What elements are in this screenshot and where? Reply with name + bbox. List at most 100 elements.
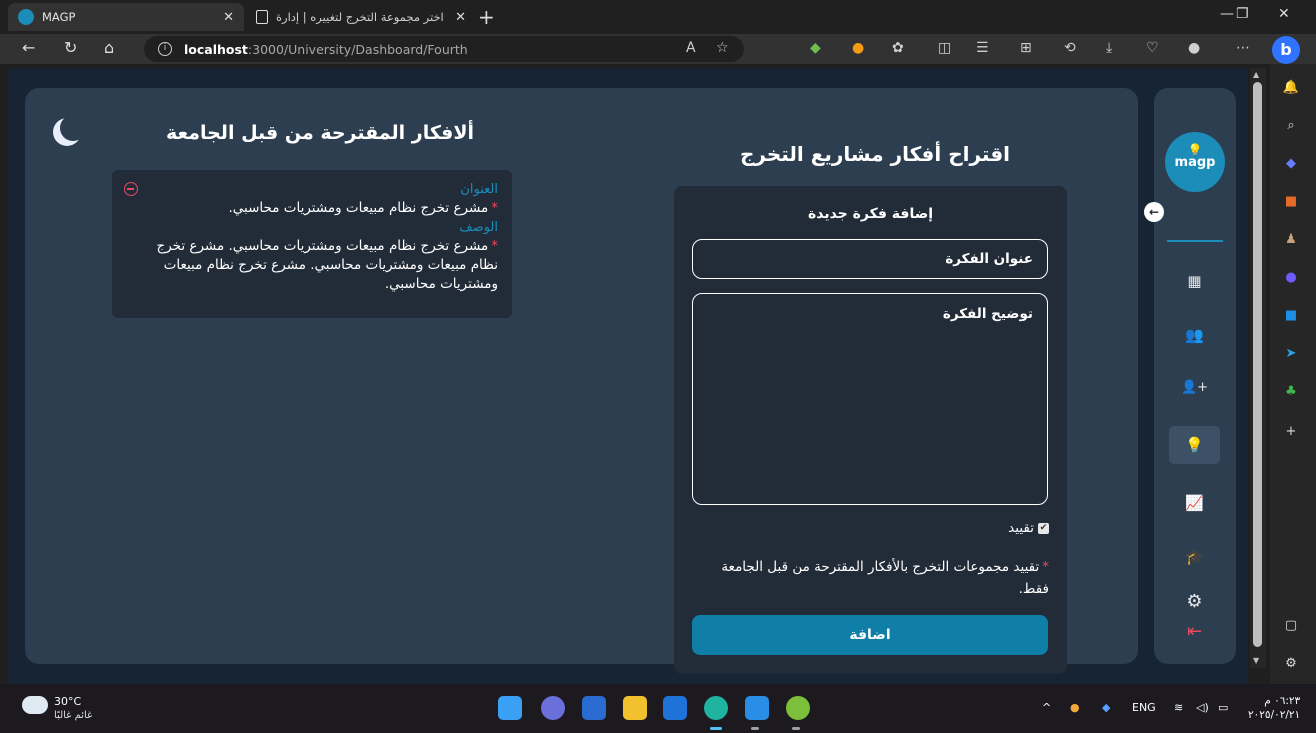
groups-icon[interactable]: 👥 — [1169, 316, 1220, 354]
edge-sidebar: 🔔 ⌕ ◆ ■ ♟ ● ■ ➤ ♣ + ▢ ⚙ — [1270, 64, 1316, 684]
tray-app-icon[interactable]: ● — [1070, 701, 1080, 714]
page-scrollbar[interactable]: ▲ ▼ — [1250, 68, 1266, 668]
favorite-star-icon[interactable]: ☆ — [716, 40, 729, 56]
split-screen-icon[interactable]: ◫ — [938, 40, 951, 56]
wifi-icon[interactable]: ≋ — [1174, 701, 1183, 714]
dashboard-grid-icon[interactable]: ▦ — [1169, 262, 1220, 300]
running-indicator — [710, 727, 722, 730]
new-idea-form: إضافة فكرة جديدة ✔ تقييد *تقييد مجموعات … — [674, 186, 1067, 674]
clock-time: ٠٦:٢٣ م — [1264, 695, 1301, 707]
scroll-up-icon[interactable]: ▲ — [1253, 70, 1259, 79]
restore-button[interactable]: ❐ — [1236, 6, 1249, 22]
tab-magp[interactable]: MAGP ✕ — [8, 3, 244, 31]
windows-taskbar: 30°C غائم غالبًا ^ ● ◆ ENG ≋ ◁) ▭ ٠٦:٢٣ … — [0, 684, 1316, 733]
history-icon[interactable]: ⟲ — [1064, 40, 1076, 56]
games-icon[interactable]: ♟ — [1280, 228, 1302, 250]
site-info-icon[interactable]: i — [158, 42, 172, 56]
sidebar-toggle-icon[interactable]: ▢ — [1280, 614, 1302, 636]
home-icon[interactable]: ⌂ — [104, 38, 114, 57]
collections-icon[interactable]: ⊞ — [1020, 40, 1032, 56]
shopping-icon[interactable]: ◆ — [1280, 152, 1302, 174]
tab-title: اختر مجموعة التخرج لتغييره | إدارة — [276, 10, 444, 24]
photos-icon[interactable] — [663, 696, 687, 720]
tree-icon[interactable]: ♣ — [1280, 380, 1302, 402]
logo-text: magp — [1174, 155, 1216, 170]
main-panel: ألافكار المقترحة من قبل الجامعة اقتراح أ… — [25, 88, 1138, 674]
downloads-icon[interactable]: ⤓ — [1106, 40, 1112, 56]
favorites-icon[interactable]: ☰ — [976, 40, 989, 56]
graduation-cap-icon[interactable]: 🎓 — [1169, 538, 1220, 576]
tab-group-select[interactable]: اختر مجموعة التخرج لتغييره | إدارة ✕ — [248, 3, 474, 31]
extension-icon[interactable]: ● — [852, 40, 864, 56]
idea-title-text: *مشرع تخرج نظام مبيعات ومشتريات محاسبي. — [228, 200, 498, 216]
teams-icon[interactable] — [541, 696, 565, 720]
chart-icon[interactable]: 📈 — [1169, 484, 1220, 522]
outlook-icon[interactable]: ■ — [1280, 304, 1302, 326]
vscode-icon[interactable] — [745, 696, 769, 720]
settings-icon[interactable]: ⚙ — [1280, 652, 1302, 674]
language-indicator[interactable]: ENG — [1132, 701, 1156, 714]
clock-date: ٢٠٢٥/٠٢/٢١ — [1248, 709, 1301, 721]
tools-icon[interactable]: ■ — [1280, 190, 1302, 212]
copilot-icon[interactable]: ● — [1280, 266, 1302, 288]
restrict-checkbox[interactable]: ✔ — [1038, 522, 1049, 534]
read-aloud-icon[interactable]: A — [686, 40, 696, 56]
suggested-ideas-title: ألافكار المقترحة من قبل الجامعة — [165, 122, 475, 144]
page-icon — [256, 10, 268, 24]
profile-avatar[interactable]: ● — [1188, 40, 1200, 56]
add-idea-button[interactable]: اضافة — [692, 615, 1048, 655]
store-icon[interactable] — [582, 696, 606, 720]
extensions-icon[interactable]: ✿ — [892, 40, 904, 56]
scroll-down-icon[interactable]: ▼ — [1253, 656, 1259, 665]
back-icon[interactable]: ← — [22, 38, 35, 57]
close-window-button[interactable]: ✕ — [1278, 6, 1290, 22]
idea-desc-text: *مشرع تخرج نظام مبيعات ومشتريات محاسبي. … — [156, 238, 498, 292]
remove-idea-icon[interactable] — [124, 182, 138, 196]
idea-description-textarea[interactable] — [692, 293, 1048, 505]
cloud-weather-icon[interactable] — [22, 696, 48, 714]
system-clock[interactable]: ٠٦:٢٣ م ٢٠٢٥/٠٢/٢١ — [1248, 694, 1300, 722]
minimize-button[interactable]: — — [1220, 6, 1234, 22]
performance-icon[interactable]: ♡ — [1146, 40, 1159, 56]
telegram-icon[interactable]: ➤ — [1280, 342, 1302, 364]
add-user-icon[interactable]: 👤+ — [1169, 368, 1220, 406]
tab-close-icon[interactable]: ✕ — [223, 10, 234, 25]
edge-browser-icon[interactable] — [704, 696, 728, 720]
idea-title-input[interactable] — [692, 239, 1048, 279]
bullet-star-icon: * — [491, 200, 498, 216]
bing-icon[interactable]: b — [1272, 36, 1300, 64]
file-explorer-icon[interactable] — [623, 696, 647, 720]
address-bar[interactable]: i localhost :3000/University/Dashboard/F… — [144, 36, 744, 62]
url-path: :3000/University/Dashboard/Fourth — [247, 41, 468, 57]
restrict-checkbox-row[interactable]: ✔ تقييد — [1008, 520, 1049, 536]
form-title: إضافة فكرة جديدة — [807, 206, 934, 222]
extension-icon[interactable]: ◆ — [810, 40, 821, 56]
url-host: localhost — [184, 41, 248, 57]
extension-app-icon[interactable] — [786, 696, 810, 720]
browser-toolbar: ← ↻ ⌂ i localhost :3000/University/Dashb… — [0, 34, 1316, 64]
logout-icon[interactable]: ⇤ — [1169, 612, 1220, 650]
tray-overflow-icon[interactable]: ^ — [1042, 701, 1051, 714]
search-icon[interactable]: ⌕ — [1280, 114, 1302, 136]
idea-title-label: العنوان — [460, 182, 498, 197]
notifications-icon[interactable]: 🔔 — [1280, 76, 1302, 98]
new-tab-button[interactable]: + — [478, 5, 495, 29]
tab-title: MAGP — [42, 10, 76, 24]
scrollbar-thumb[interactable] — [1253, 82, 1262, 647]
dark-mode-moon-icon[interactable] — [53, 115, 86, 146]
start-menu-icon[interactable] — [498, 696, 522, 720]
add-icon[interactable]: + — [1280, 420, 1302, 442]
battery-icon[interactable]: ▭ — [1218, 701, 1228, 714]
volume-icon[interactable]: ◁) — [1196, 701, 1209, 714]
sidebar-divider — [1167, 240, 1223, 242]
more-menu-icon[interactable]: ⋯ — [1236, 40, 1250, 56]
running-indicator — [792, 727, 800, 730]
refresh-icon[interactable]: ↻ — [64, 38, 77, 57]
collapse-sidebar-arrow-icon[interactable]: ← — [1144, 202, 1164, 222]
weather-condition: غائم غالبًا — [54, 710, 93, 721]
app-sidebar: 💡 magp ← ▦ 👥 👤+ 💡 📈 🎓 ⚙ ⇤ — [1144, 88, 1236, 664]
tray-shield-icon[interactable]: ◆ — [1102, 701, 1110, 714]
tab-close-icon[interactable]: ✕ — [455, 10, 466, 25]
lightbulb-icon[interactable]: 💡 — [1169, 426, 1220, 464]
restrict-label: تقييد — [1008, 520, 1034, 536]
